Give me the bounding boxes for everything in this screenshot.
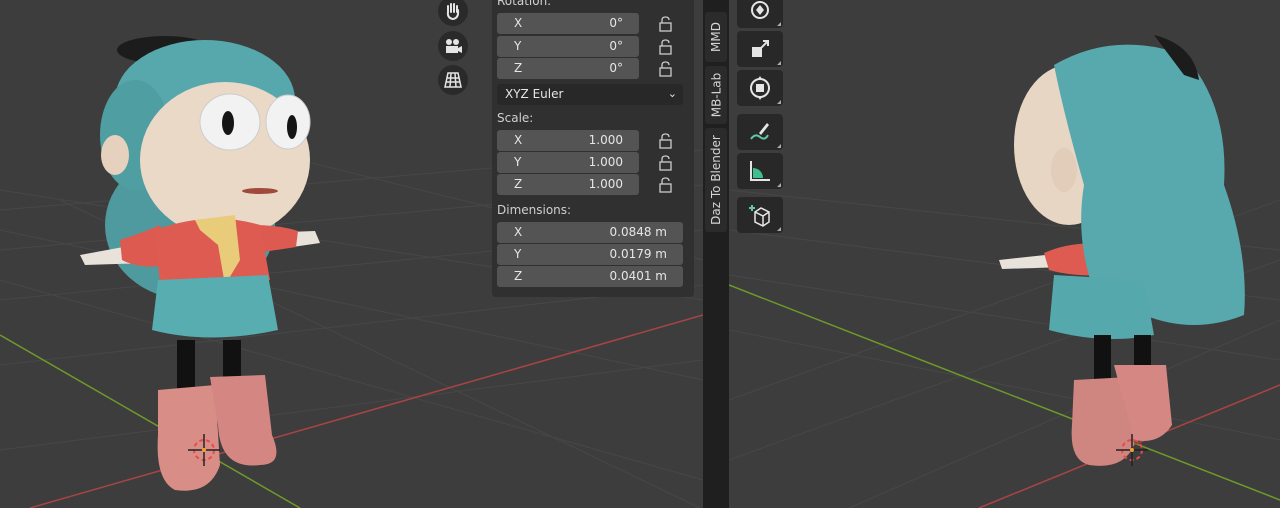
- dimensions-x-field[interactable]: X 0.0848 m: [497, 222, 683, 243]
- character-model-front[interactable]: [60, 25, 340, 500]
- rotation-label: Rotation:: [497, 0, 552, 8]
- transform-icon[interactable]: [737, 70, 783, 106]
- rotate-icon[interactable]: [737, 0, 783, 28]
- chevron-down-icon: ⌄: [667, 87, 677, 100]
- tab-daz-to-blender[interactable]: Daz To Blender: [705, 128, 727, 232]
- viewport-right[interactable]: [729, 0, 1280, 508]
- tab-mmd[interactable]: MMD: [705, 12, 727, 62]
- lock-icon[interactable]: [658, 155, 674, 171]
- rotation-x-field[interactable]: X 0°: [497, 13, 639, 34]
- scale-icon[interactable]: [737, 31, 783, 67]
- lock-icon[interactable]: [658, 133, 674, 149]
- rotation-y-field[interactable]: Y 0°: [497, 36, 639, 57]
- measure-icon[interactable]: [737, 153, 783, 189]
- dimensions-y-field[interactable]: Y 0.0179 m: [497, 244, 683, 265]
- lock-icon[interactable]: [658, 16, 674, 32]
- lock-icon[interactable]: [658, 61, 674, 77]
- annotate-icon[interactable]: [737, 114, 783, 150]
- 3d-cursor-icon[interactable]: [188, 434, 220, 466]
- scale-y-field[interactable]: Y 1.000: [497, 152, 639, 173]
- scale-label: Scale:: [497, 111, 534, 125]
- sidebar-tab-strip: MMD MB-Lab Daz To Blender: [703, 0, 729, 508]
- add-cube-icon[interactable]: [737, 197, 783, 233]
- viewport-left[interactable]: Rotation: X 0° Y 0° Z 0° XYZ Euler ⌄ Scale:…: [0, 0, 703, 508]
- rotation-mode-select[interactable]: XYZ Euler ⌄: [497, 84, 683, 105]
- character-model-side[interactable]: [994, 25, 1254, 475]
- scale-x-field[interactable]: X 1.000: [497, 130, 639, 151]
- rotation-z-field[interactable]: Z 0°: [497, 58, 639, 79]
- lock-icon[interactable]: [658, 177, 674, 193]
- transform-panel: Rotation: X 0° Y 0° Z 0° XYZ Euler ⌄ Scale:…: [492, 0, 694, 297]
- dimensions-z-field[interactable]: Z 0.0401 m: [497, 266, 683, 287]
- tab-mb-lab[interactable]: MB-Lab: [705, 66, 727, 124]
- lock-icon[interactable]: [658, 39, 674, 55]
- 3d-cursor-icon[interactable]: [1116, 434, 1148, 466]
- camera-icon[interactable]: [438, 31, 468, 61]
- dimensions-label: Dimensions:: [497, 203, 572, 217]
- rotation-mode-value: XYZ Euler: [505, 87, 564, 101]
- scale-z-field[interactable]: Z 1.000: [497, 174, 639, 195]
- grid-view-icon[interactable]: [438, 65, 468, 95]
